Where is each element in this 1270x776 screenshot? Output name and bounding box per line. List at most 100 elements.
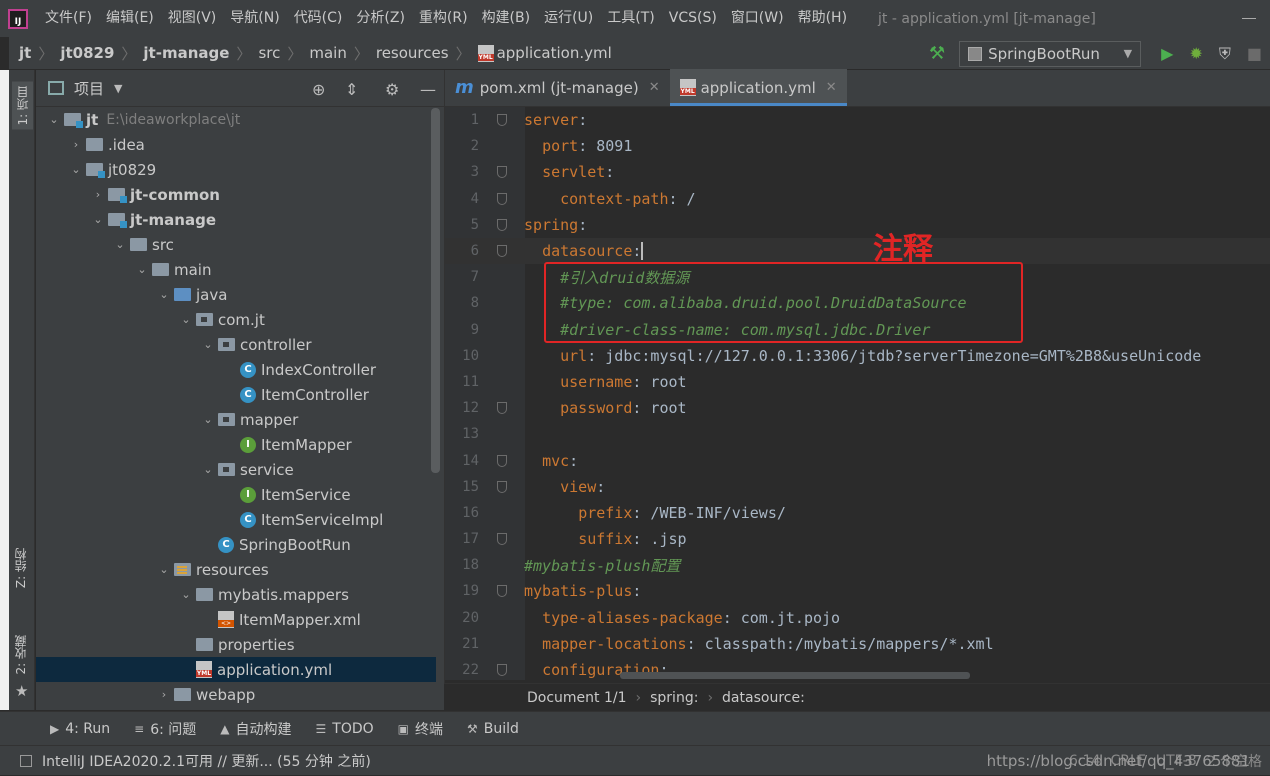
fold-icon[interactable] <box>496 664 507 677</box>
tool-window-button[interactable]: ▶ 4: Run <box>50 721 110 737</box>
expanded-arrow-icon[interactable]: ⌄ <box>198 413 218 426</box>
star-icon[interactable]: ★ <box>15 682 28 700</box>
breadcrumb-item[interactable]: jt-manage <box>143 44 229 62</box>
tree-item[interactable]: C ItemController <box>36 382 436 407</box>
menu-item[interactable]: 运行(U) <box>537 0 600 37</box>
tree-item[interactable]: › webapp <box>36 682 436 707</box>
breadcrumb-item[interactable]: main <box>309 44 346 62</box>
stop-icon[interactable]: ■ <box>1247 44 1262 63</box>
expanded-arrow-icon[interactable]: ⌄ <box>176 313 196 326</box>
structure-tool-tab[interactable]: Z: 结构 <box>12 548 29 588</box>
tree-item[interactable]: ⌄ src <box>36 232 436 257</box>
code-line[interactable]: 14 mvc: <box>445 447 1270 473</box>
expanded-arrow-icon[interactable]: ⌄ <box>154 288 174 301</box>
tree-item[interactable]: I ItemMapper <box>36 432 436 457</box>
expanded-arrow-icon[interactable]: ⌄ <box>198 463 218 476</box>
expanded-arrow-icon[interactable]: ⌄ <box>154 563 174 576</box>
fold-icon[interactable] <box>496 218 507 231</box>
collapsed-arrow-icon[interactable]: › <box>66 138 86 151</box>
tool-window-button[interactable]: ⚒ Build <box>467 721 519 737</box>
tree-item[interactable]: C ItemServiceImpl <box>36 507 436 532</box>
tool-window-button[interactable]: ▣ 终端 <box>398 719 443 739</box>
coverage-shield-icon[interactable]: ⛨ <box>1219 44 1231 64</box>
debug-bug-icon[interactable]: ✹ <box>1189 44 1202 63</box>
collapsed-arrow-icon[interactable]: › <box>88 188 108 201</box>
menu-item[interactable]: 窗口(W) <box>724 0 791 37</box>
fold-icon[interactable] <box>496 245 507 258</box>
breadcrumb-item[interactable]: src <box>258 44 280 62</box>
expanded-arrow-icon[interactable]: ⌄ <box>132 263 152 276</box>
expanded-arrow-icon[interactable]: ⌄ <box>110 238 130 251</box>
editor-tab[interactable]: m pom.xml (jt-manage) ✕ <box>445 69 670 106</box>
code-line[interactable]: 2 port: 8091 <box>445 133 1270 159</box>
menu-item[interactable]: 文件(F) <box>38 0 99 37</box>
breadcrumb-item[interactable]: jt <box>19 44 31 62</box>
chevron-down-icon[interactable]: ▼ <box>114 82 122 95</box>
tree-item[interactable]: ⌄ mapper <box>36 407 436 432</box>
project-scrollbar[interactable] <box>431 108 440 473</box>
fold-icon[interactable] <box>496 192 507 205</box>
collapsed-arrow-icon[interactable]: › <box>154 688 174 701</box>
menu-item[interactable]: 导航(N) <box>223 0 286 37</box>
menu-item[interactable]: 编辑(E) <box>99 0 161 37</box>
tree-item[interactable]: ItemMapper.xml <box>36 607 436 632</box>
close-icon[interactable]: ✕ <box>826 80 837 95</box>
code-line[interactable]: 10 url: jdbc:mysql://127.0.0.1:3306/jtdb… <box>445 343 1270 369</box>
hide-panel-icon[interactable]: — <box>420 80 436 99</box>
breadcrumb-item[interactable]: application.yml <box>477 44 612 62</box>
tree-item[interactable]: › jt-common <box>36 182 436 207</box>
gear-icon[interactable]: ⚙ <box>385 80 399 99</box>
code-line[interactable]: 16 prefix: /WEB-INF/views/ <box>445 500 1270 526</box>
status-message[interactable]: IntelliJ IDEA2020.2.1可用 // 更新... (55 分钟 … <box>42 751 371 771</box>
fold-icon[interactable] <box>496 585 507 598</box>
fold-icon[interactable] <box>496 480 507 493</box>
tool-window-button[interactable]: ☰ TODO <box>316 721 374 737</box>
code-line[interactable]: 11 username: root <box>445 369 1270 395</box>
menu-item[interactable]: VCS(S) <box>662 0 724 37</box>
fold-icon[interactable] <box>496 533 507 546</box>
code-line[interactable]: 13 <box>445 421 1270 447</box>
fold-icon[interactable] <box>496 402 507 415</box>
tree-item[interactable]: ⌄ jt0829 <box>36 157 436 182</box>
fold-icon[interactable] <box>496 114 507 127</box>
tree-item[interactable]: ⌄ mybatis.mappers <box>36 582 436 607</box>
build-hammer-icon[interactable]: ⚒ <box>929 43 945 64</box>
menu-item[interactable]: 分析(Z) <box>349 0 412 37</box>
fold-icon[interactable] <box>496 454 507 467</box>
editor-tab[interactable]: application.yml ✕ <box>669 69 847 106</box>
tree-item[interactable]: ⌄ main <box>36 257 436 282</box>
run-config-select[interactable]: SpringBootRun ▼ <box>959 40 1142 67</box>
project-tool-tab[interactable]: 1: 项目 <box>12 82 33 130</box>
code-line[interactable]: 15 view: <box>445 474 1270 500</box>
breadcrumb-item[interactable]: resources <box>376 44 449 62</box>
code-line[interactable]: 5 spring: <box>445 212 1270 238</box>
tree-item[interactable]: ⌄ jt E:\ideaworkplace\jt <box>36 107 436 132</box>
menu-item[interactable]: 代码(C) <box>287 0 350 37</box>
code-line[interactable]: 6 datasource: <box>445 237 1270 265</box>
code-line[interactable]: 12 password: root <box>445 395 1270 421</box>
code-line[interactable]: 17 suffix: .jsp <box>445 526 1270 552</box>
locate-target-icon[interactable]: ⊕ <box>312 80 325 99</box>
expanded-arrow-icon[interactable]: ⌄ <box>176 588 196 601</box>
tree-item[interactable]: ⌄ jt-manage <box>36 207 436 232</box>
menu-item[interactable]: 构建(B) <box>475 0 538 37</box>
editor-breadcrumb-item[interactable]: spring: <box>650 690 698 706</box>
tree-item[interactable]: C IndexController <box>36 357 436 382</box>
menu-item[interactable]: 工具(T) <box>600 0 661 37</box>
tree-item[interactable]: C SpringBootRun <box>36 532 436 557</box>
tree-item[interactable]: ⌄ service <box>36 457 436 482</box>
code-line[interactable]: 4 context-path: / <box>445 186 1270 212</box>
tree-item[interactable]: properties <box>36 632 436 657</box>
run-play-icon[interactable]: ▶ <box>1161 44 1173 63</box>
code-line[interactable]: 20 type-aliases-package: com.jt.pojo <box>445 605 1270 631</box>
editor-breadcrumb-item[interactable]: Document 1/1 <box>527 690 627 706</box>
code-line[interactable]: 21 mapper-locations: classpath:/mybatis/… <box>445 631 1270 657</box>
tool-window-button[interactable]: ≡ 6: 问题 <box>134 719 196 739</box>
tree-item[interactable]: ⌄ java <box>36 282 436 307</box>
code-line[interactable]: 18 #mybatis-plush配置 <box>445 552 1270 578</box>
breadcrumb-item[interactable]: jt0829 <box>60 44 114 62</box>
close-icon[interactable]: ✕ <box>649 80 660 95</box>
panel-toggle-icon[interactable] <box>20 754 32 767</box>
expanded-arrow-icon[interactable]: ⌄ <box>198 338 218 351</box>
expanded-arrow-icon[interactable]: ⌄ <box>88 213 108 226</box>
